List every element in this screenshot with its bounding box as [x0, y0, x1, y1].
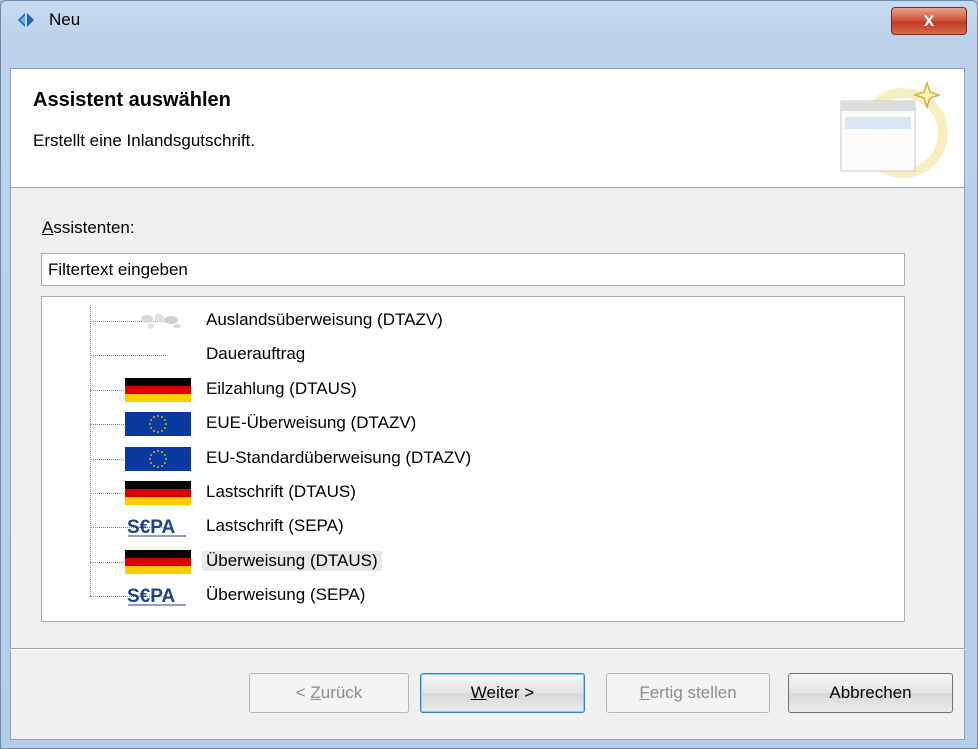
svg-text:S€PA: S€PA [127, 517, 176, 538]
eu-flag-icon [125, 446, 191, 471]
tree-item[interactable]: EUE-Überweisung (DTAZV) [42, 408, 902, 440]
tree-item-label: EUE-Überweisung (DTAZV) [206, 413, 417, 433]
world-icon [141, 314, 181, 329]
finish-button[interactable]: Fertig stellen [606, 673, 770, 713]
tree-item[interactable]: Lastschrift (DTAUS) [42, 477, 902, 509]
tree-item[interactable]: Auslandsüberweisung (DTAZV) [42, 305, 902, 337]
tree-item-label: EU-Standardüberweisung (DTAZV) [206, 447, 472, 467]
back-button-label: urück [320, 683, 363, 702]
back-button-prefix: < [295, 683, 311, 702]
wizards-label-text: ssistenten: [53, 218, 135, 237]
wizard-tree[interactable]: Auslandsüberweisung (DTAZV) Dauerauftrag E… [41, 296, 905, 622]
sepa-logo-icon: S€PA [127, 517, 186, 538]
tree-item[interactable]: EU-Standardüberweisung (DTAZV) [42, 443, 902, 475]
tree-branch-line [90, 355, 166, 357]
next-button[interactable]: Weiter > [420, 673, 585, 713]
svg-text:S€PA: S€PA [127, 586, 176, 607]
next-button-label: eiter > [486, 683, 535, 702]
cancel-button[interactable]: Abbrechen [788, 673, 953, 713]
button-separator [10, 648, 965, 650]
wizard-banner-icon [840, 80, 948, 178]
german-flag-icon [125, 377, 191, 402]
tree-item-label: Überweisung (SEPA) [206, 585, 366, 605]
next-button-mnemonic: W [470, 683, 487, 702]
title-bar[interactable]: Neu x [1, 1, 977, 37]
tree-item-label: Eilzahlung (DTAUS) [206, 378, 357, 398]
tree-item-label: Lastschrift (DTAUS) [206, 482, 356, 501]
tree-item-label: Lastschrift (SEPA) [206, 516, 344, 536]
page-title: Assistent auswählen [33, 89, 231, 111]
tree-item[interactable]: Überweisung (DTAUS) [42, 546, 902, 578]
page-description: Erstellt eine Inlandsgutschrift. [33, 131, 256, 150]
window-title: Neu [49, 10, 81, 29]
finish-button-label: ertig stellen [649, 683, 737, 702]
tree-item[interactable]: Dauerauftrag [42, 339, 902, 371]
wizard-header: Assistent auswählen Erstellt eine Inland… [10, 68, 965, 188]
tree-item[interactable]: S€PA Lastschrift (SEPA) [42, 511, 902, 543]
german-flag-icon [125, 481, 191, 505]
close-button[interactable]: x [891, 7, 967, 35]
app-icon [18, 13, 34, 27]
finish-button-mnemonic: F [639, 683, 650, 702]
back-button[interactable]: < Zurück [249, 673, 409, 713]
tree-item[interactable]: Eilzahlung (DTAUS) [42, 374, 902, 406]
filter-input[interactable] [41, 253, 905, 286]
tree-item-label: Dauerauftrag [206, 344, 306, 364]
eu-flag-icon [125, 412, 191, 437]
back-button-mnemonic: Z [310, 683, 321, 702]
german-flag-icon [125, 549, 191, 574]
tree-item-label: Überweisung (DTAUS) [202, 550, 382, 571]
tree-item[interactable]: S€PA Überweisung (SEPA) [42, 580, 902, 612]
wizards-label: Assistenten: [42, 218, 135, 238]
tree-item-label: Auslandsüberweisung (DTAZV) [206, 310, 443, 329]
close-icon: x [923, 10, 935, 31]
wizards-label-mnemonic: A [42, 218, 54, 237]
sepa-logo-icon: S€PA [127, 586, 186, 607]
